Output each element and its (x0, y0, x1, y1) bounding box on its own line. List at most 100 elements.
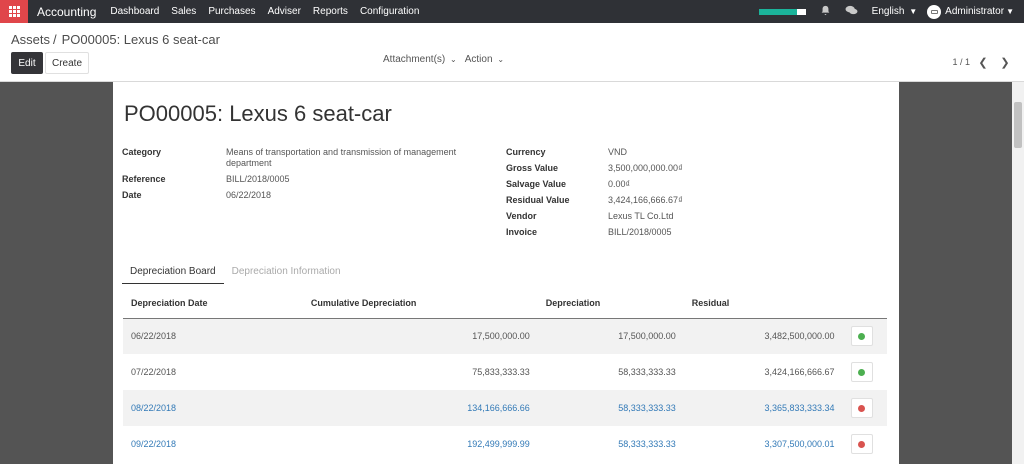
field-category: Category Means of transportation and tra… (122, 147, 482, 169)
control-panel: Assets / PO00005: Lexus 6 seat-car Edit Cr… (0, 23, 1024, 82)
field-value: 3,424,166,666.67₫ (608, 195, 683, 205)
menu-adviser[interactable]: Adviser (268, 6, 301, 17)
field-value: 3,500,000,000.00₫ (608, 163, 683, 173)
menu-configuration[interactable]: Configuration (360, 6, 419, 17)
field-gross-value: Gross Value 3,500,000,000.00₫ (506, 163, 766, 174)
cell-status (842, 390, 887, 426)
move-check-button[interactable] (850, 362, 873, 382)
cell-cumulative: 192,499,999.99 (467, 439, 530, 449)
field-label: Vendor (506, 211, 537, 221)
field-date: Date 06/22/2018 (122, 190, 482, 201)
menu-purchases[interactable]: Purchases (208, 6, 255, 17)
breadcrumb: Assets / PO00005: Lexus 6 seat-car (11, 32, 220, 47)
field-label: Category (122, 147, 162, 157)
field-residual-value: Residual Value 3,424,166,666.67₫ (506, 195, 766, 206)
field-label: Residual Value (506, 195, 570, 205)
move-check-button[interactable] (850, 326, 873, 347)
notebook-tabs: Depreciation Board Depreciation Informat… (122, 262, 886, 284)
cell-date: 06/22/2018 (123, 318, 303, 354)
cell-depreciation: 58,333,333.33 (537, 390, 684, 426)
create-button[interactable]: Create (45, 52, 89, 74)
menu-sales[interactable]: Sales (171, 6, 196, 17)
field-label: Reference (122, 174, 166, 184)
avatar (927, 4, 942, 19)
app-brand[interactable]: Accounting (37, 5, 96, 19)
left-field-group: Category Means of transportation and tra… (122, 147, 482, 206)
table-header-row: Depreciation Date Cumulative Depreciatio… (123, 288, 887, 319)
field-value: 06/22/2018 (226, 190, 272, 200)
cell-depreciation: 58,333,333.33 (618, 439, 676, 449)
language-label: English (871, 6, 905, 17)
table-row[interactable]: 09/22/2018 192,499,999.99 58,333,333.33 … (123, 426, 887, 462)
chevron-down-icon: ⌄ (450, 55, 457, 64)
user-name: Administrator (945, 6, 1005, 17)
tab-depreciation-information[interactable]: Depreciation Information (224, 262, 349, 284)
breadcrumb-current: PO00005: Lexus 6 seat-car (61, 32, 220, 47)
field-label: Gross Value (506, 163, 559, 173)
cell-residual: 3,482,500,000.00 (683, 318, 843, 354)
bell-icon[interactable] (820, 5, 831, 19)
column-header-status (842, 288, 887, 319)
create-move-button[interactable] (850, 434, 873, 454)
pager-value[interactable]: 1 / 1 (952, 57, 970, 67)
breadcrumb-assets-link[interactable]: Assets (11, 32, 50, 47)
top-navbar: Accounting Dashboard Sales Purchases Adv… (0, 0, 1024, 23)
language-selector[interactable]: English ▼ (872, 6, 918, 17)
pager: 1 / 1 ❮ ❯ (952, 54, 1014, 70)
chevron-left-icon[interactable]: ❮ (974, 54, 992, 70)
user-menu[interactable]: Administrator ▼ (927, 4, 1014, 19)
chat-icon[interactable] (845, 5, 858, 19)
chevron-right-icon[interactable]: ❯ (996, 54, 1014, 70)
action-dropdown[interactable]: Action ⌄ (465, 54, 504, 65)
field-label: Currency (506, 147, 546, 157)
edit-button[interactable]: Edit (11, 52, 43, 74)
cell-status (842, 318, 887, 354)
field-value: BILL/2018/0005 (226, 174, 290, 184)
column-header-date[interactable]: Depreciation Date (123, 288, 303, 319)
column-header-depreciation[interactable]: Depreciation (537, 288, 684, 319)
cell-depreciation: 17,500,000.00 (537, 318, 684, 354)
column-header-cumulative[interactable]: Cumulative Depreciation (302, 288, 538, 319)
attachments-dropdown[interactable]: Attachment(s) ⌄ (383, 54, 457, 65)
progress-fill (758, 8, 798, 15)
action-label: Action (464, 54, 493, 65)
cell-residual: 3,424,166,666.67 (764, 367, 835, 377)
field-value: 0.00₫ (608, 179, 631, 189)
create-move-button[interactable] (850, 398, 873, 418)
chevron-down-icon: ⌄ (497, 55, 505, 64)
chevron-down-icon: ▼ (1006, 7, 1014, 16)
cell-cumulative: 134,166,666.66 (302, 390, 538, 426)
tab-depreciation-board[interactable]: Depreciation Board (122, 262, 224, 284)
field-currency: Currency VND (506, 147, 766, 158)
field-value[interactable]: Means of transportation and transmission… (226, 147, 471, 169)
scrollbar[interactable] (1012, 82, 1024, 464)
cell-depreciation: 58,333,333.33 (618, 367, 676, 377)
scrollbar-thumb[interactable] (1014, 102, 1022, 148)
apps-grid-icon[interactable] (0, 0, 28, 23)
field-label: Date (122, 190, 142, 200)
content-area: PO00005: Lexus 6 seat-car Category Means… (0, 82, 1024, 464)
field-reference: Reference BILL/2018/0005 (122, 174, 482, 185)
column-header-residual[interactable]: Residual (683, 288, 843, 319)
cell-date: 07/22/2018 (131, 367, 177, 377)
cell-cumulative: 17,500,000.00 (302, 318, 538, 354)
right-field-group: Currency VND Gross Value 3,500,000,000.0… (506, 147, 766, 243)
cell-cumulative: 75,833,333.33 (472, 367, 530, 377)
table-row[interactable]: 08/22/2018 134,166,666.66 58,333,333.33 … (123, 390, 887, 426)
field-value: VND (608, 147, 628, 157)
menu-dashboard[interactable]: Dashboard (110, 6, 159, 17)
field-invoice: Invoice BILL/2018/0005 (506, 227, 766, 238)
status-dot-icon (858, 368, 866, 376)
cell-residual: 3,365,833,333.34 (683, 390, 843, 426)
table-row[interactable]: 06/22/2018 17,500,000.00 17,500,000.00 3… (123, 318, 887, 354)
table-row[interactable]: 07/22/2018 75,833,333.33 58,333,333.33 3… (123, 354, 887, 390)
field-value[interactable]: BILL/2018/0005 (608, 227, 672, 238)
chevron-down-icon: ▼ (909, 7, 918, 16)
field-value[interactable]: Lexus TL Co.Ltd (608, 211, 674, 222)
onboarding-progress-bar[interactable] (758, 8, 806, 15)
sidebar-menus: Attachment(s) ⌄ Action ⌄ (383, 54, 504, 65)
status-dot-icon (858, 332, 866, 340)
field-label: Salvage Value (506, 179, 567, 189)
cell-date: 09/22/2018 (131, 439, 177, 449)
menu-reports[interactable]: Reports (313, 6, 348, 17)
